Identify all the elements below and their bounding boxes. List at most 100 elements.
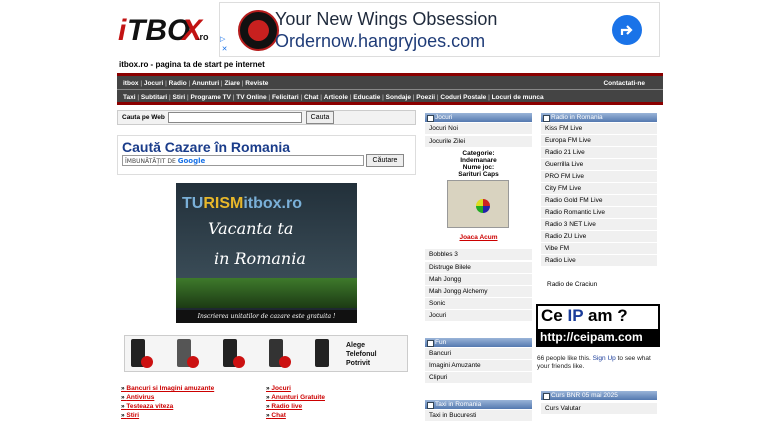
price-tag-icon [187,356,199,368]
ceipam-banner[interactable]: Ce IP am ? http://ceipam.com [536,304,660,347]
jocuri-item[interactable]: Sonic [425,298,532,310]
nav-item[interactable]: Chat [304,94,318,101]
radio-item[interactable]: Radio Romantic Live [541,207,657,219]
quick-link[interactable]: Chat [266,411,406,420]
turism-banner[interactable]: TURISMitbox.ro Vacanta ta in Romania Ins… [176,183,357,323]
fun-item[interactable]: Imagini Amuzante [425,360,532,372]
quick-link[interactable]: Stiri [121,411,261,420]
price-tag-icon [279,356,291,368]
quick-link[interactable]: Testeaza viteza [121,402,261,411]
fun-item[interactable]: Bancuri [425,348,532,360]
phones-promo-text: Alege Telefonul Potrivit [346,342,377,367]
price-tag-icon [233,356,245,368]
ad-headline[interactable]: Your New Wings Obsession [275,9,497,30]
fun-panel-header[interactable]: Fun [425,338,532,347]
radio-item[interactable]: Radio 3 NET Live [541,219,657,231]
taxi-panel-header[interactable]: Taxi in Romania [425,400,532,409]
svg-text:.ro: .ro [197,32,209,42]
cazare-search-input[interactable]: ÎMBUNĂTĂȚIT DE Google [122,155,364,166]
nav-item[interactable]: Educatie [353,94,380,101]
google-powered-label: ÎMBUNĂTĂȚIT DE [125,158,176,165]
jocuri-panel-header[interactable]: Jocuri [425,113,532,122]
facebook-signup-link[interactable]: Sign Up [593,355,616,362]
quick-link[interactable]: Anunturi Gratuite [266,393,406,402]
hangry-joes-logo-icon [238,10,279,51]
jocuri-item[interactable]: Jocuri Noi [425,123,532,135]
nav-item[interactable]: itbox [123,80,139,87]
radio-item[interactable]: Guerrilla Live [541,159,657,171]
radio-item[interactable]: Radio Live [541,255,657,267]
ad-url[interactable]: Ordernow.hangryjoes.com [275,31,485,52]
phones-banner[interactable]: Alege Telefonul Potrivit [124,335,408,372]
curs-item[interactable]: Curs Valutar [541,403,657,415]
taxi-item[interactable]: Taxi in Bucuresti [425,410,532,422]
game-category-label: Categorie: [462,150,495,157]
fun-item[interactable]: Clipuri [425,372,532,384]
web-search-input[interactable] [168,112,302,123]
nav-item[interactable]: Poezii [416,94,435,101]
nav-item[interactable]: Anunturi [192,80,219,87]
ad-arrow-icon[interactable] [612,15,642,45]
radio-item[interactable]: Kiss FM Live [541,123,657,135]
radio-panel-header[interactable]: Radio in Romania [541,113,657,122]
radio-item[interactable]: PRO FM Live [541,171,657,183]
play-now-link[interactable]: Joaca Acum [425,234,532,241]
web-search-label: Cauta pe Web [122,114,165,121]
jocuri-item[interactable]: Jocuri [425,310,532,322]
quick-link[interactable]: Antivirus [121,393,261,402]
jocuri-item[interactable]: Mah Jongg Alchemy [425,286,532,298]
nav-item[interactable]: Jocuri [144,80,164,87]
nav-item[interactable]: Radio [169,80,187,87]
turism-line1: Vacanta ta [208,219,294,238]
radio-craciun-link[interactable]: Radio de Craciun [541,279,657,291]
main-navigation: itbox | Jocuri | Radio | Anunturi | Ziar… [117,73,663,105]
nav-item[interactable]: Felicitari [272,94,299,101]
nav-item[interactable]: Subtitari [141,94,167,101]
game-name-label: Nume joc: [462,164,495,171]
web-search-button[interactable]: Cauta [306,111,334,124]
nav-item[interactable]: Coduri Postale [440,94,486,101]
curs-panel-header[interactable]: Curs BNR 05 mai 2025 [541,391,657,400]
game-thumbnail[interactable] [447,180,509,228]
nav-item[interactable]: Stiri [173,94,186,101]
quick-link[interactable]: Jocuri [266,384,406,393]
radio-item[interactable]: Vibe FM [541,243,657,255]
adchoices-icon[interactable]: ▷ [220,35,229,44]
cazare-search-button[interactable]: Căutare [366,154,404,167]
nav-item[interactable]: Sondaje [386,94,411,101]
jocuri-item[interactable]: Bobbles 3 [425,249,532,261]
nav-item[interactable]: TV Online [236,94,266,101]
svg-text:i: i [118,14,127,47]
quick-links-left: Bancuri si Imagini amuzante Antivirus Te… [121,384,261,420]
radio-item[interactable]: Radio 21 Live [541,147,657,159]
price-tag-icon [141,356,153,368]
radio-item[interactable]: Radio Gold FM Live [541,195,657,207]
cazare-title[interactable]: Caută Cazare în Romania [122,139,290,155]
nav-item[interactable]: Articole [324,94,348,101]
phone-image [315,339,329,367]
jocuri-item[interactable]: Distruge Bilele [425,262,532,274]
quick-link[interactable]: Radio live [266,402,406,411]
quick-link[interactable]: Bancuri si Imagini amuzante [121,384,261,393]
radio-item[interactable]: Radio ZU Live [541,231,657,243]
nav-item[interactable]: Taxi [123,94,136,101]
nav-item[interactable]: Programe TV [191,94,231,101]
game-category: Indemanare [460,157,497,164]
jocuri-item[interactable]: Jocurile Zilei [425,136,532,148]
facebook-like-text: 66 people like this. Sign Up to see what… [537,355,651,370]
nav-item[interactable]: Ziare [224,80,240,87]
nav-item[interactable]: Reviste [245,80,268,87]
turism-line2: in Romania [214,249,306,268]
contact-link[interactable]: Contactati-ne [603,77,645,90]
jocuri-item[interactable]: Mah Jongg [425,274,532,286]
nav-item[interactable]: Locuri de munca [492,94,544,101]
radio-item[interactable]: City FM Live [541,183,657,195]
site-logo[interactable]: i TBO X .ro [117,8,210,48]
web-search-bar: Cauta pe Web Cauta [117,110,416,125]
page: i TBO X .ro ▷ ✕ Your New Wings Obsession… [0,0,777,423]
advertisement-banner[interactable]: ▷ ✕ Your New Wings Obsession Ordernow.ha… [219,2,660,57]
ceipam-title: Ce IP am ? [541,306,628,325]
ad-close-icon[interactable]: ✕ [220,45,229,54]
quick-links-right: Jocuri Anunturi Gratuite Radio live Chat [266,384,406,420]
radio-item[interactable]: Europa FM Live [541,135,657,147]
